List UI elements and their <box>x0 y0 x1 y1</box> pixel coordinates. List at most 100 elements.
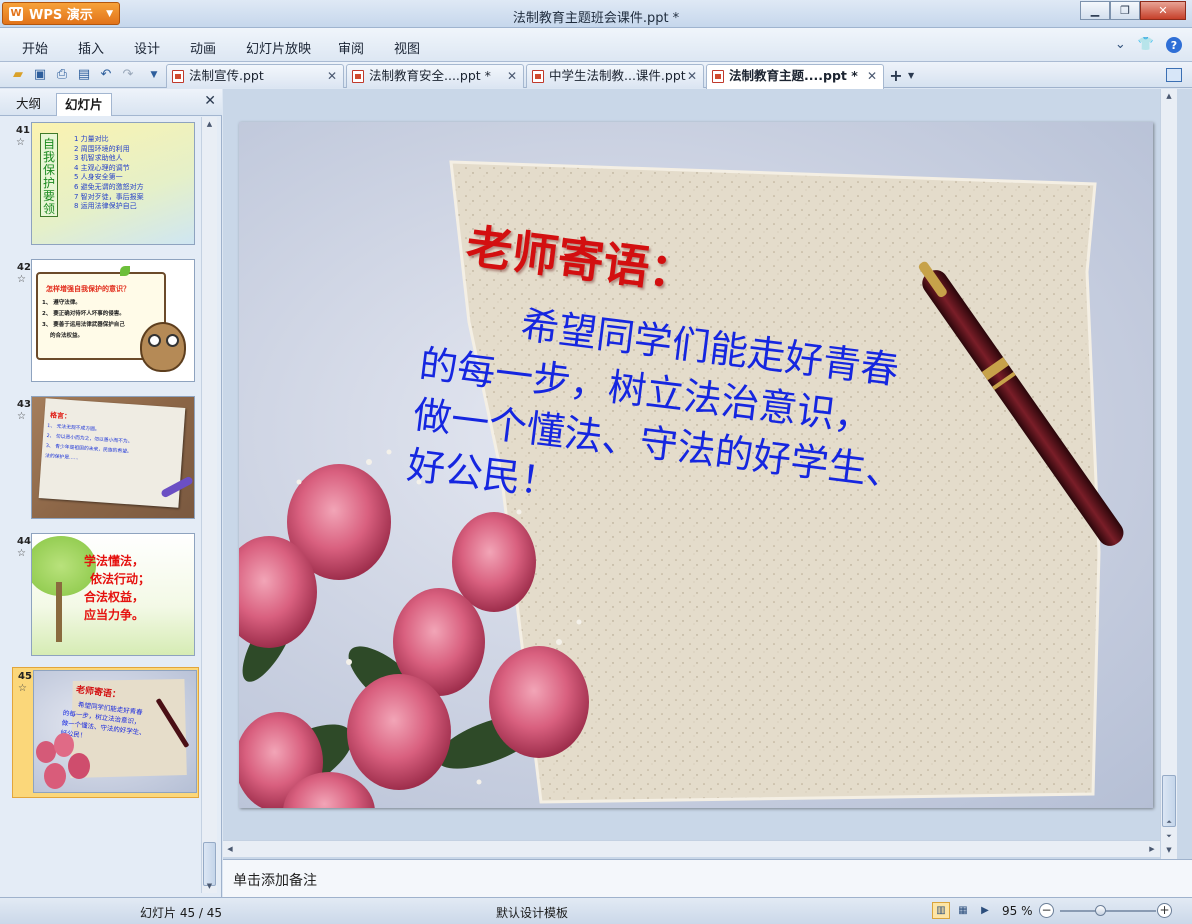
slide-45-preview: 老师寄语： 希望同学们能走好青春 的每一步，树立法治意识， 做一个懂法、守法的好… <box>33 670 197 793</box>
notes-pane[interactable]: 单击添加备注 <box>223 859 1192 897</box>
menu-design[interactable]: 设计 <box>134 38 160 57</box>
save-icon[interactable]: ▣ <box>32 67 48 83</box>
slide-thumbnail-43[interactable]: 43 ☆ 格言： 1、 无法无规不成方圆。 2、 勿以恶小而为之，勿以善小而不为… <box>12 396 198 523</box>
scroll-left-icon[interactable]: ◀ <box>223 841 237 857</box>
editor-horizontal-scrollbar[interactable]: ◀ ▶ <box>223 840 1160 857</box>
thumb-41-item: 3 机智求助他人 <box>74 154 123 163</box>
zoom-out-button[interactable]: − <box>1039 903 1054 918</box>
undo-icon[interactable]: ↶ <box>98 67 114 83</box>
zoom-slider-track[interactable] <box>1060 910 1156 912</box>
ppt-file-icon <box>352 70 364 83</box>
tab-doc-3[interactable]: 中学生法制教...课件.ppt ✕ <box>526 64 704 88</box>
slide-number: 44 <box>17 536 31 547</box>
thumb-42-item: 3、 要善于运用法律武器保护自己 <box>42 322 125 328</box>
thumb-43-title: 格言： <box>49 411 72 421</box>
slide-sorter-view-icon[interactable]: ▦ <box>954 902 972 919</box>
menu-insert[interactable]: 插入 <box>78 38 104 57</box>
tab-label: 法制宣传.ppt <box>189 68 264 83</box>
thumb-42-title: 怎样增强自我保护的意识？ <box>46 285 130 293</box>
scroll-up-icon[interactable]: ▲ <box>202 117 217 131</box>
ppt-file-icon <box>532 70 544 83</box>
open-folder-icon[interactable]: ▰ <box>10 67 26 83</box>
minimize-button[interactable]: ▁ <box>1080 1 1110 20</box>
roses-illustration <box>34 733 104 792</box>
menu-view[interactable]: 视图 <box>394 38 420 57</box>
thumb-41-item: 5 人身安全第一 <box>74 173 123 182</box>
scroll-up-icon[interactable]: ▲ <box>1161 89 1177 103</box>
print-icon[interactable]: ⎙ <box>54 67 70 83</box>
tab-slides[interactable]: 幻灯片 <box>56 93 112 116</box>
status-bar: 幻灯片 45 / 45 默认设计模板 ▥ ▦ ▶ 95 % − + <box>0 897 1192 924</box>
thumb-41-item: 2 周围环境的利用 <box>74 144 130 153</box>
slide-number: 45 <box>18 671 32 682</box>
window-title: 法制教育主题班会课件.ppt * <box>512 11 680 26</box>
zoom-in-button[interactable]: + <box>1157 903 1172 918</box>
slides-pane: 大纲 幻灯片 ✕ 41 ☆ 自我保护要领 1 力量对比 2 周围环境的利用 3 … <box>0 89 222 897</box>
skin-shirt-icon[interactable]: 👕 <box>1138 37 1154 53</box>
tab-doc-2[interactable]: 法制教育安全....ppt * ✕ <box>346 64 524 88</box>
slide-number: 43 <box>17 399 31 410</box>
tab-list-dropdown-icon[interactable]: ▼ <box>908 66 920 86</box>
editor-vertical-scrollbar[interactable]: ▲ ⏶ ⏷ ▼ <box>1160 89 1177 859</box>
tab-label: 中学生法制教...课件.ppt <box>549 68 686 83</box>
help-icon[interactable]: ? <box>1166 37 1182 53</box>
tab-doc-4-active[interactable]: 法制教育主题....ppt * ✕ <box>706 64 884 89</box>
thumbnail-scrollbar[interactable]: ▲ ▼ <box>201 117 217 893</box>
ribbon-right-tools: ⌄ 👕 ? <box>1115 37 1182 53</box>
tab-label: 法制教育安全....ppt * <box>369 68 491 83</box>
thumb-44-line: 依法行动； <box>90 572 151 586</box>
scroll-right-icon[interactable]: ▶ <box>1145 841 1159 857</box>
thumb-41-item: 7 智对歹徒，事后报案 <box>74 192 144 201</box>
slide-star-icon: ☆ <box>17 548 26 559</box>
tree-trunk <box>56 582 62 642</box>
slide-42-preview: 怎样增强自我保护的意识？ 1、 遵守法律。 2、 要正确对待坏人坏事的侵害。 3… <box>31 259 195 382</box>
tab-label: 法制教育主题....ppt * <box>729 68 858 83</box>
thumb-42-item: 1、 遵守法律。 <box>42 300 81 306</box>
tab-outline[interactable]: 大纲 <box>8 93 49 116</box>
customize-toolbar-icon[interactable]: ▼ <box>146 67 162 83</box>
document-tab-row: ▰ ▣ ⎙ ▤ ↶ ↷ ▼ 法制宣传.ppt ✕ 法制教育安全....ppt *… <box>0 62 1192 89</box>
thumb-41-item: 6 避免无谓的激怒对方 <box>74 182 144 191</box>
thumb-44-line: 应当力争。 <box>84 608 145 622</box>
redo-icon[interactable]: ↷ <box>120 67 136 83</box>
slide-thumbnail-45-selected[interactable]: 45 ☆ 老师寄语： 希望同学们能走好青春 的每一步，树立法治意识， 做一个懂法… <box>12 667 199 798</box>
scroll-down-icon[interactable]: ▼ <box>202 879 217 893</box>
print-preview-icon[interactable]: ▤ <box>76 67 92 83</box>
zoom-slider-knob[interactable] <box>1094 905 1106 916</box>
slide-counter: 幻灯片 45 / 45 <box>140 906 223 920</box>
collapse-ribbon-icon[interactable]: ⌄ <box>1115 37 1126 53</box>
slideshow-view-icon[interactable]: ▶ <box>976 902 994 919</box>
leaf-icon <box>120 266 130 276</box>
thumb-42-item: 2、 要正确对待坏人坏事的侵害。 <box>42 311 125 317</box>
prev-slide-icon[interactable]: ⏶ <box>1161 815 1177 829</box>
layout-toggle-icon[interactable] <box>1166 68 1182 82</box>
slide-44-preview: 学法懂法， 依法行动； 合法权益， 应当力争。 <box>31 533 195 656</box>
maximize-button[interactable]: ❐ <box>1110 1 1140 20</box>
menu-animation[interactable]: 动画 <box>190 38 216 57</box>
menu-review[interactable]: 审阅 <box>338 38 364 57</box>
menu-home[interactable]: 开始 <box>22 38 48 57</box>
next-slide-icon[interactable]: ⏷ <box>1161 829 1177 843</box>
scroll-down-icon[interactable]: ▼ <box>1161 843 1177 857</box>
slide-thumbnail-42[interactable]: 42 ☆ 怎样增强自我保护的意识？ 1、 遵守法律。 2、 要正确对待坏人坏事的… <box>12 259 198 386</box>
close-pane-icon[interactable]: ✕ <box>204 93 216 109</box>
close-window-button[interactable]: ✕ <box>1140 1 1186 20</box>
new-tab-plus-icon[interactable]: + <box>886 66 906 86</box>
slide-41-preview: 自我保护要领 1 力量对比 2 周围环境的利用 3 机智求助他人 4 主观心理的… <box>31 122 195 245</box>
slide-thumbnail-41[interactable]: 41 ☆ 自我保护要领 1 力量对比 2 周围环境的利用 3 机智求助他人 4 … <box>12 122 198 249</box>
current-slide-canvas[interactable]: 老师寄语： 希望同学们能走好青春 的每一步，树立法治意识， 做一个懂法、守法的好… <box>239 122 1153 808</box>
close-tab-icon[interactable]: ✕ <box>867 65 877 87</box>
pane-tabs: 大纲 幻灯片 ✕ <box>0 89 222 116</box>
title-bar: W WPS 演示 ▼ 法制教育主题班会课件.ppt * ▁ ❐ ✕ <box>0 0 1192 28</box>
menu-slideshow[interactable]: 幻灯片放映 <box>246 38 311 57</box>
ppt-file-icon <box>172 70 184 83</box>
slide-star-icon: ☆ <box>17 411 26 422</box>
owl-illustration <box>140 322 186 372</box>
close-tab-icon[interactable]: ✕ <box>327 65 337 87</box>
slide-43-preview: 格言： 1、 无法无规不成方圆。 2、 勿以恶小而为之，勿以善小而不为。 3、 … <box>31 396 195 519</box>
slide-thumbnail-44[interactable]: 44 ☆ 学法懂法， 依法行动； 合法权益， 应当力争。 <box>12 533 198 660</box>
normal-view-icon[interactable]: ▥ <box>932 902 950 919</box>
close-tab-icon[interactable]: ✕ <box>687 65 697 87</box>
tab-doc-1[interactable]: 法制宣传.ppt ✕ <box>166 64 344 88</box>
close-tab-icon[interactable]: ✕ <box>507 65 517 87</box>
